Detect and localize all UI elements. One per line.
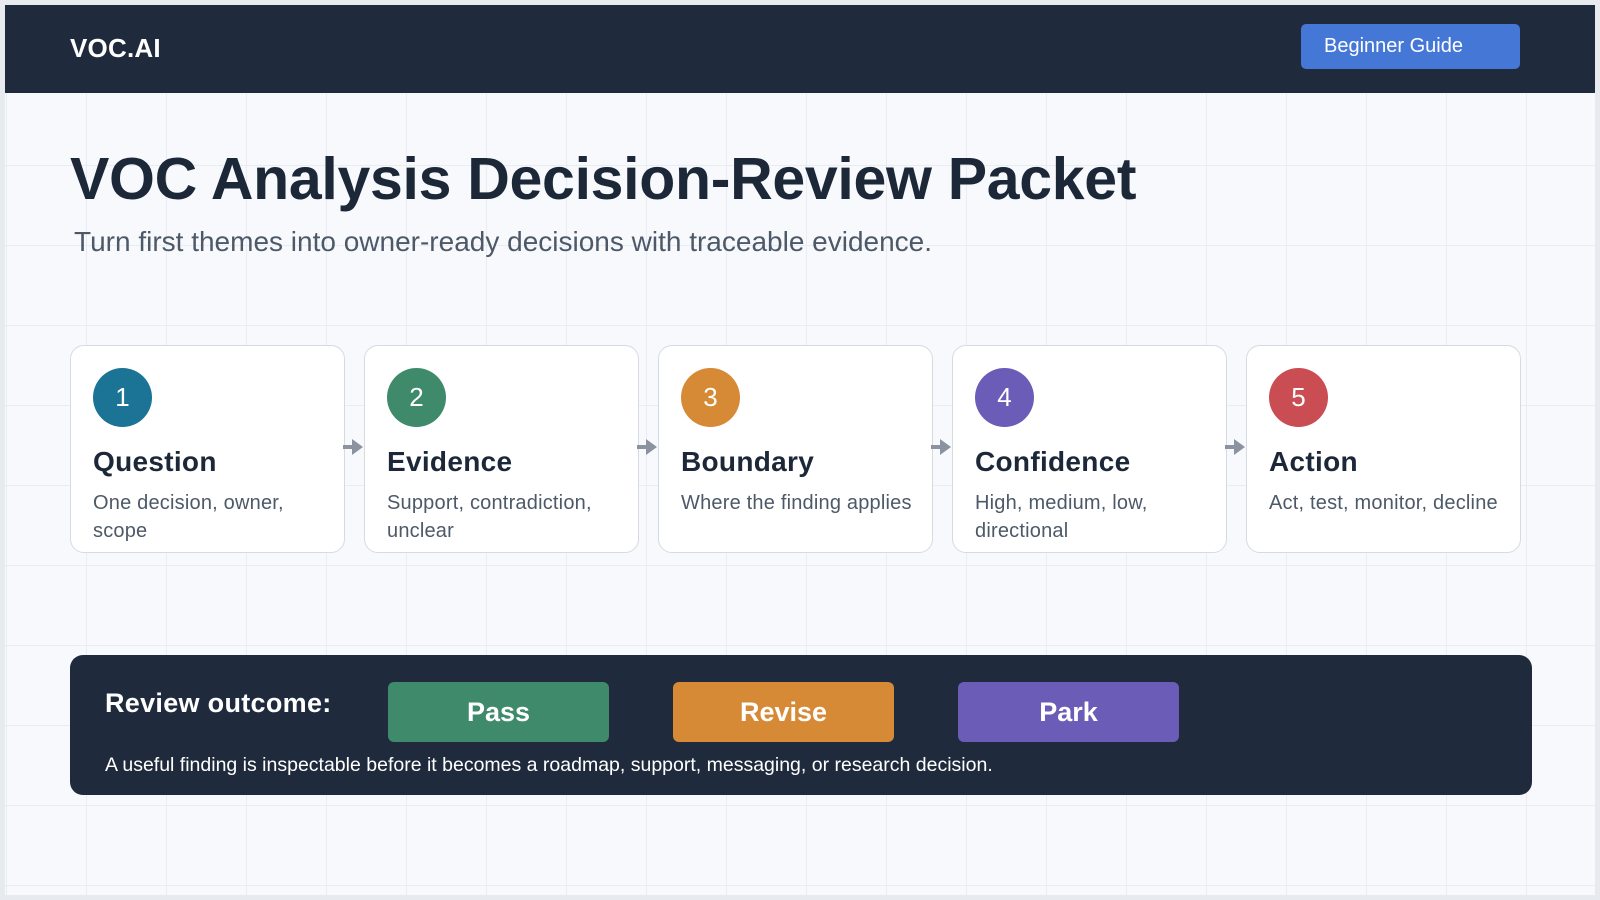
revise-button[interactable]: Revise	[673, 682, 894, 742]
step-description: Where the finding applies	[681, 492, 912, 514]
page-frame: VOC.AI Beginner Guide VOC Analysis Decis…	[5, 5, 1595, 895]
step-number-badge: 4	[975, 368, 1034, 427]
review-outcome-label: Review outcome:	[105, 688, 332, 718]
arrow-right-icon	[343, 439, 363, 455]
step-card-action: 5 Action Act, test, monitor, decline	[1246, 345, 1521, 553]
step-description: High, medium, low, directional	[975, 492, 1148, 542]
step-title: Evidence	[387, 446, 513, 477]
step-card-confidence: 4 Confidence High, medium, low, directio…	[952, 345, 1227, 553]
step-description: Support, contradiction, unclear	[387, 492, 592, 542]
step-card-question: 1 Question One decision, owner, scope	[70, 345, 345, 553]
review-outcome-note: A useful finding is inspectable before i…	[105, 754, 993, 776]
step-card-evidence: 2 Evidence Support, contradiction, uncle…	[364, 345, 639, 553]
review-outcome-panel: Review outcome: Pass Revise Park A usefu…	[70, 655, 1532, 795]
arrow-right-icon	[1225, 439, 1245, 455]
brand-logo[interactable]: VOC.AI	[70, 33, 161, 64]
arrow-right-icon	[637, 439, 657, 455]
top-bar: VOC.AI Beginner Guide	[5, 5, 1595, 93]
process-steps: 1 Question One decision, owner, scope 2 …	[5, 345, 1595, 555]
step-number-badge: 1	[93, 368, 152, 427]
step-title: Question	[93, 446, 217, 477]
step-number-badge: 3	[681, 368, 740, 427]
pass-button[interactable]: Pass	[388, 682, 609, 742]
page-subtitle: Turn first themes into owner-ready decis…	[74, 226, 933, 257]
step-card-boundary: 3 Boundary Where the finding applies	[658, 345, 933, 553]
park-button[interactable]: Park	[958, 682, 1179, 742]
step-title: Confidence	[975, 446, 1131, 477]
page-title: VOC Analysis Decision-Review Packet	[70, 146, 1137, 212]
arrow-right-icon	[931, 439, 951, 455]
step-description: One decision, owner, scope	[93, 492, 284, 542]
step-title: Boundary	[681, 446, 815, 477]
step-number-badge: 2	[387, 368, 446, 427]
beginner-guide-button[interactable]: Beginner Guide	[1301, 24, 1520, 69]
step-title: Action	[1269, 446, 1358, 477]
step-description: Act, test, monitor, decline	[1269, 492, 1498, 514]
step-number-badge: 5	[1269, 368, 1328, 427]
